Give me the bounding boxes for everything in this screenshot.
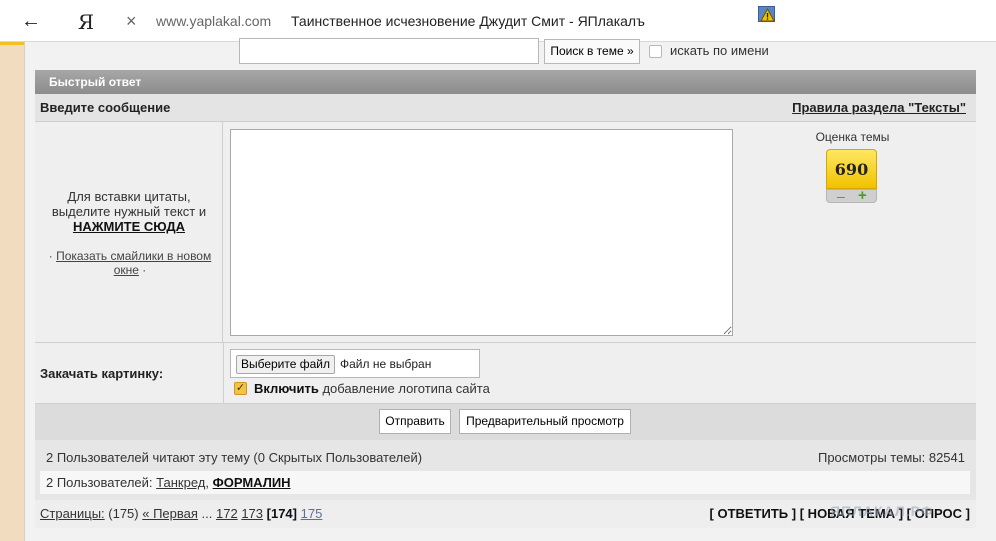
insert-quote-link[interactable]: НАЖМИТЕ СЮДА [35, 219, 223, 234]
smilies-suffix: · [142, 263, 147, 277]
site-watermark: ЯПЛАКАЛ.РФ [830, 503, 934, 519]
upload-image-label: Закачать картинку: [40, 366, 164, 381]
close-icon[interactable]: × [126, 9, 137, 33]
file-status: Файл не выбран [340, 357, 432, 371]
first-page-link[interactable]: « Первая [142, 506, 198, 521]
yandex-logo[interactable]: Я [72, 9, 100, 35]
quick-reply-header: Быстрый ответ [35, 70, 976, 94]
page-link-173[interactable]: 173 [241, 506, 263, 521]
reading-users: 2 Пользователей: Танкред, ФОРМАЛИН [46, 475, 291, 490]
topic-readers-row: 2 Пользователей читают эту тему (0 Скрыт… [35, 440, 976, 500]
search-by-name-label: искать по имени [670, 43, 769, 58]
pages-label-link[interactable]: Страницы: [40, 506, 105, 521]
send-button[interactable]: Отправить [379, 409, 451, 434]
add-logo-checkbox[interactable]: ✓ [234, 382, 247, 395]
users-separator: , [205, 475, 213, 490]
topic-search-input[interactable] [239, 38, 539, 64]
pagination: Страницы: (175) « Первая ... 172 173 [17… [40, 506, 322, 521]
readers-summary: 2 Пользователей читают эту тему (0 Скрыт… [46, 450, 423, 465]
topic-views: Просмотры темы: 82541 [817, 450, 965, 465]
editor-left-column: Для вставки цитаты, выделите нужный текс… [35, 122, 223, 343]
search-in-topic-button[interactable]: Поиск в теме » [544, 39, 640, 64]
smilies-prefix: · [48, 249, 53, 263]
user-link-formalin[interactable]: ФОРМАЛИН [213, 475, 291, 490]
preview-button[interactable]: Предварительный просмотр [459, 409, 631, 434]
add-logo-label: Включить добавление логотипа сайта [254, 381, 490, 396]
back-button[interactable]: ← [14, 8, 48, 34]
page-link-172[interactable]: 172 [216, 506, 238, 521]
upload-divider [223, 343, 224, 404]
reply-link[interactable]: [ ОТВЕТИТЬ ] [710, 506, 797, 521]
pages-total: (175) [104, 506, 143, 521]
reading-users-prefix: 2 Пользователей: [46, 475, 157, 490]
browser-toolbar: ← Я × www.yaplakal.com Таинственное исче… [0, 0, 996, 42]
address-page-title: Таинственное исчезновение Джудит Смит - … [291, 13, 645, 29]
reading-users-box: 2 Пользователей: Танкред, ФОРМАЛИН [40, 471, 970, 494]
address-bar[interactable]: × www.yaplakal.com Таинственное исчезнов… [118, 5, 996, 37]
page-link-175[interactable]: 175 [301, 506, 323, 521]
show-smilies-link[interactable]: Показать смайлики в новом окне [56, 249, 211, 277]
arrow-left-icon: ← [21, 10, 41, 32]
enter-message-row: Введите сообщение Правила раздела "Текст… [35, 94, 976, 122]
message-editor-area: Для вставки цитаты, выделите нужный текс… [35, 122, 976, 343]
rating-value: 690 [826, 149, 877, 189]
add-logo-label-bold: Включить [254, 381, 319, 396]
rate-down-icon[interactable]: – [837, 188, 845, 204]
quote-hint: Для вставки цитаты, выделите нужный текс… [35, 189, 223, 234]
quote-hint-line-1: Для вставки цитаты, [67, 189, 191, 204]
message-textarea[interactable] [230, 129, 733, 336]
section-rules-link[interactable]: Правила раздела "Тексты" [792, 100, 966, 115]
add-logo-label-rest: добавление логотипа сайта [318, 381, 490, 396]
smilies-row: · Показать смайлики в новом окне · [45, 249, 215, 277]
search-by-name-checkbox[interactable] [649, 45, 662, 58]
pages-ellipsis: ... [197, 506, 216, 521]
submit-row: Отправить Предварительный просмотр [35, 404, 976, 440]
address-domain: www.yaplakal.com [156, 13, 272, 29]
enter-message-label: Введите сообщение [40, 100, 171, 115]
rating-controls: – + [826, 187, 877, 204]
quote-hint-line-2: выделите нужный текст и [51, 204, 207, 219]
choose-file-button[interactable]: Выберите файл [236, 355, 335, 374]
rating-title: Оценка темы [815, 130, 890, 144]
current-page: [174] [266, 506, 297, 521]
user-link-tankred[interactable]: Танкред [156, 475, 205, 490]
warning-icon[interactable] [758, 6, 775, 22]
rate-up-icon[interactable]: + [858, 187, 867, 204]
image-upload-row: Закачать картинку: Выберите файл Файл не… [35, 343, 976, 404]
file-input: Выберите файл Файл не выбран [230, 349, 480, 378]
